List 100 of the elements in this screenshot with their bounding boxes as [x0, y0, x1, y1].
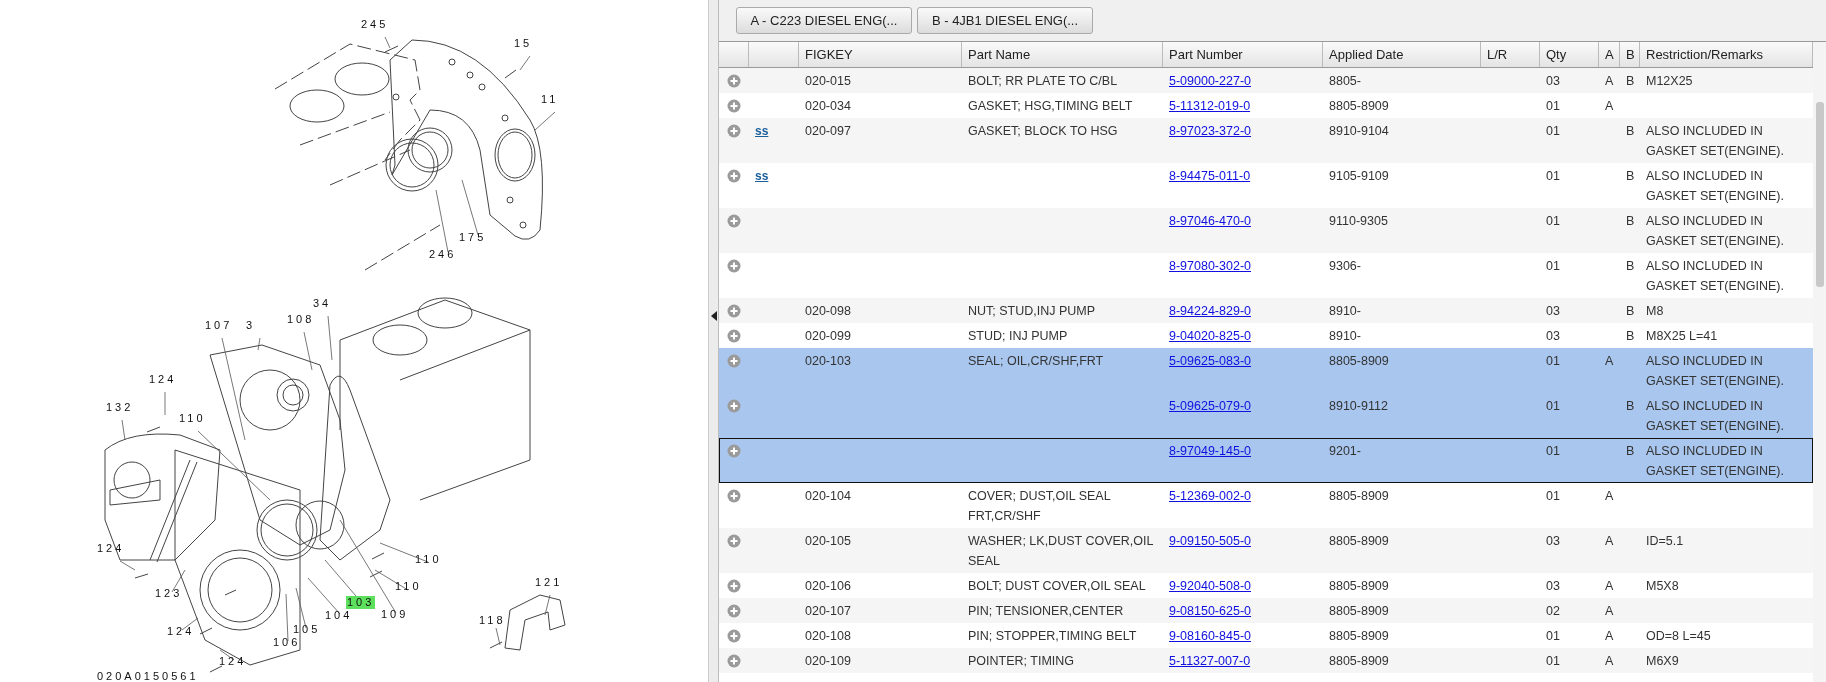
- ss-link[interactable]: ss: [755, 169, 769, 183]
- callout-label[interactable]: 109: [380, 608, 410, 621]
- model-button[interactable]: B - 4JB1 DIESEL ENG(...: [917, 7, 1093, 34]
- table-cell-text: B: [1626, 303, 1635, 320]
- callout-label[interactable]: 124: [96, 542, 126, 555]
- part-number-link[interactable]: 5-11312-019-0: [1169, 99, 1251, 113]
- table-cell-text: 01: [1546, 628, 1560, 645]
- callout-label[interactable]: 175: [458, 231, 488, 244]
- part-number-link[interactable]: 5-11327-007-0: [1169, 654, 1251, 668]
- callout-label[interactable]: 104: [324, 609, 354, 622]
- expand-icon[interactable]: [727, 629, 741, 643]
- callout-label[interactable]: 124: [218, 655, 248, 668]
- table-cell-text: PIN; TENSIONER,CENTER: [968, 603, 1124, 620]
- callout-label[interactable]: 105: [292, 623, 322, 636]
- table-row[interactable]: 020-099 STUD; INJ PUMP 9-04020-825-0 8910- 03 B M8X25 L=41: [719, 323, 1813, 348]
- table-row[interactable]: 020-104 COVER; DUST,OIL SEAL FRT,CR/SHF 5-12369-002-0 8805-8909 01 A: [719, 483, 1813, 528]
- callout-label[interactable]: 106: [272, 636, 302, 649]
- expand-icon[interactable]: [727, 444, 741, 458]
- expand-icon[interactable]: [727, 304, 741, 318]
- callout-label[interactable]: 121: [534, 576, 564, 589]
- callout-label[interactable]: 107: [204, 319, 234, 332]
- table-row[interactable]: 020-105 WASHER; LK,DUST COVER,OIL SEAL 9-09150-505-0 8805-8909 03 A ID=5.1: [719, 528, 1813, 573]
- callout-label[interactable]: 245: [360, 18, 390, 31]
- column-header[interactable]: Part Number: [1163, 42, 1323, 67]
- expand-icon[interactable]: [727, 99, 741, 113]
- table-row[interactable]: 020-015 BOLT; RR PLATE TO C/BL 5-09000-227-0 8805- 03 A B M12X25: [719, 68, 1813, 93]
- part-number-link[interactable]: 9-08150-625-0: [1169, 604, 1251, 618]
- table-row[interactable]: ss 8-94475-011-0 9105-9109 01 B ALSO INCLUDED IN GASKET SET(ENGINE).: [719, 163, 1813, 208]
- part-number-link[interactable]: 8-94224-829-0: [1169, 304, 1251, 318]
- callout-label[interactable]: 108: [286, 313, 316, 326]
- column-header[interactable]: Applied Date: [1323, 42, 1481, 67]
- expand-icon[interactable]: [727, 259, 741, 273]
- expand-icon[interactable]: [727, 329, 741, 343]
- part-number-link[interactable]: 8-97023-372-0: [1169, 124, 1251, 138]
- callout-label[interactable]: 15: [513, 37, 534, 50]
- scrollbar[interactable]: [1813, 42, 1826, 682]
- table-cell-text: 01: [1546, 258, 1560, 275]
- table-row[interactable]: 020-034 GASKET; HSG,TIMING BELT 5-11312-019-0 8805-8909 01 A: [719, 93, 1813, 118]
- table-row[interactable]: 020-106 BOLT; DUST COVER,OIL SEAL 9-92040-508-0 8805-8909 03 A M5X8: [719, 573, 1813, 598]
- part-number-link[interactable]: 9-92040-508-0: [1169, 579, 1251, 593]
- table-row[interactable]: 020-103 SEAL; OIL,CR/SHF,FRT 5-09625-083-0 8805-8909 01 A ALSO INCLUDED IN GASKET SET(ENGINE).: [719, 348, 1813, 393]
- expand-icon[interactable]: [727, 74, 741, 88]
- expand-icon[interactable]: [727, 579, 741, 593]
- expand-icon[interactable]: [727, 169, 741, 183]
- expand-icon[interactable]: [727, 604, 741, 618]
- expand-icon[interactable]: [727, 489, 741, 503]
- part-number-link[interactable]: 5-09625-083-0: [1169, 354, 1251, 368]
- callout-label[interactable]: 11: [540, 93, 560, 106]
- callout-label[interactable]: 132: [105, 401, 135, 414]
- table-row[interactable]: ss 020-097 GASKET; BLOCK TO HSG 8-97023-372-0 8910-9104 01 B ALSO INCLUDED IN GASKET SET(ENGINE).: [719, 118, 1813, 163]
- part-number-link[interactable]: 5-12369-002-0: [1169, 489, 1251, 503]
- expand-icon[interactable]: [727, 399, 741, 413]
- expand-icon[interactable]: [727, 534, 741, 548]
- column-header[interactable]: L/R: [1481, 42, 1540, 67]
- part-number-link[interactable]: 9-08160-845-0: [1169, 629, 1251, 643]
- table-row[interactable]: 020-098 NUT; STUD,INJ PUMP 8-94224-829-0 8910- 03 B M8: [719, 298, 1813, 323]
- callout-label[interactable]: 110: [414, 553, 443, 566]
- callout-label[interactable]: 110: [178, 412, 207, 425]
- table-cell-text: 020-099: [805, 328, 851, 345]
- expand-icon[interactable]: [727, 654, 741, 668]
- part-number-link[interactable]: 8-94475-011-0: [1169, 169, 1251, 183]
- expand-icon[interactable]: [727, 354, 741, 368]
- table-cell-text: COVER; DUST,OIL SEAL FRT,CR/SHF: [968, 488, 1112, 525]
- column-header[interactable]: Qty: [1540, 42, 1599, 67]
- part-number-link[interactable]: 8-97080-302-0: [1169, 259, 1251, 273]
- column-header[interactable]: B: [1620, 42, 1640, 67]
- table-row[interactable]: 8-97049-145-0 9201- 01 B ALSO INCLUDED IN GASKET SET(ENGINE).: [719, 438, 1813, 483]
- callout-label[interactable]: 124: [148, 373, 178, 386]
- table-row[interactable]: 8-97080-302-0 9306- 01 B ALSO INCLUDED IN GASKET SET(ENGINE).: [719, 253, 1813, 298]
- part-number-link[interactable]: 9-04020-825-0: [1169, 329, 1251, 343]
- callout-label[interactable]: 34: [312, 297, 333, 310]
- callout-label[interactable]: 110: [394, 580, 423, 593]
- callout-label[interactable]: 3: [245, 319, 257, 332]
- callout-label[interactable]: 103: [346, 596, 376, 609]
- table-row[interactable]: 020-108 PIN; STOPPER,TIMING BELT 9-08160-845-0 8805-8909 01 A OD=8 L=45: [719, 623, 1813, 648]
- table-cell-text: A: [1605, 628, 1614, 645]
- part-number-link[interactable]: 5-09625-079-0: [1169, 399, 1251, 413]
- expand-icon[interactable]: [727, 214, 741, 228]
- table-row[interactable]: 5-09625-079-0 8910-9112 01 B ALSO INCLUDED IN GASKET SET(ENGINE).: [719, 393, 1813, 438]
- part-number-link[interactable]: 5-09000-227-0: [1169, 74, 1251, 88]
- part-number-link[interactable]: 9-09150-505-0: [1169, 534, 1251, 548]
- expand-icon[interactable]: [727, 124, 741, 138]
- column-header[interactable]: Part Name: [962, 42, 1163, 67]
- ss-link[interactable]: ss: [755, 124, 769, 138]
- column-header[interactable]: A: [1599, 42, 1620, 67]
- model-button[interactable]: A - C223 DIESEL ENG(...: [736, 7, 912, 34]
- callout-label[interactable]: 124: [166, 625, 196, 638]
- callout-label[interactable]: 246: [428, 248, 458, 261]
- table-cell-text: 020-108: [805, 628, 851, 645]
- part-number-link[interactable]: 8-97049-145-0: [1169, 444, 1251, 458]
- table-cell-text: A: [1605, 578, 1614, 595]
- collapse-icon[interactable]: [710, 311, 717, 321]
- scrollbar-thumb[interactable]: [1816, 102, 1824, 287]
- column-header[interactable]: FIGKEY: [799, 42, 962, 67]
- table-row[interactable]: 8-97046-470-0 9110-9305 01 B ALSO INCLUDED IN GASKET SET(ENGINE).: [719, 208, 1813, 253]
- table-row[interactable]: 020-109 POINTER; TIMING 5-11327-007-0 8805-8909 01 A M6X9: [719, 648, 1813, 673]
- callout-label[interactable]: 123: [154, 587, 184, 600]
- table-row[interactable]: 020-107 PIN; TENSIONER,CENTER 9-08150-625-0 8805-8909 02 A: [719, 598, 1813, 623]
- part-number-link[interactable]: 8-97046-470-0: [1169, 214, 1251, 228]
- callout-label[interactable]: 118: [478, 614, 507, 627]
